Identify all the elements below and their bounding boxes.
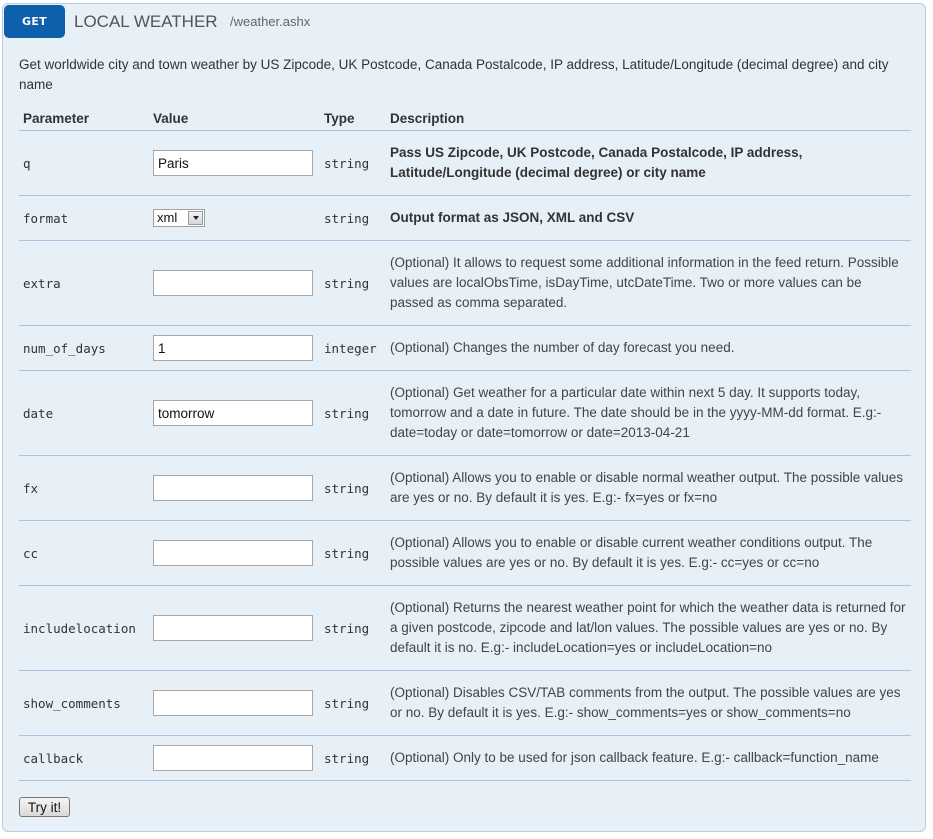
includelocation-input[interactable]: [153, 615, 313, 641]
table-row: date string (Optional) Get weather for a…: [19, 370, 911, 456]
cc-input[interactable]: [153, 540, 313, 566]
param-type: string: [320, 670, 386, 736]
param-description: (Optional) Allows you to enable or disab…: [386, 455, 911, 521]
chevron-down-icon[interactable]: [188, 210, 203, 225]
q-input[interactable]: [153, 150, 313, 176]
table-row: show_comments string (Optional) Disables…: [19, 670, 911, 736]
param-description: Output format as JSON, XML and CSV: [386, 195, 911, 241]
endpoint-path: /weather.ashx: [230, 14, 311, 29]
callback-input[interactable]: [153, 745, 313, 771]
show-comments-input[interactable]: [153, 690, 313, 716]
param-type: string: [320, 195, 386, 241]
param-type: string: [320, 455, 386, 521]
param-name: show_comments: [19, 670, 149, 736]
table-row: includelocation string (Optional) Return…: [19, 585, 911, 671]
param-description: Pass US Zipcode, UK Postcode, Canada Pos…: [386, 130, 911, 196]
table-header-row: Parameter Value Type Description: [19, 108, 911, 131]
param-type: string: [320, 370, 386, 456]
param-type: string: [320, 520, 386, 586]
num-of-days-input[interactable]: [153, 335, 313, 361]
param-description: (Optional) Returns the nearest weather p…: [386, 585, 911, 671]
column-header-description: Description: [386, 108, 911, 131]
fx-input[interactable]: [153, 475, 313, 501]
column-header-value: Value: [149, 108, 320, 131]
param-type: string: [320, 735, 386, 781]
param-name: callback: [19, 735, 149, 781]
date-input[interactable]: [153, 400, 313, 426]
column-header-parameter: Parameter: [19, 108, 149, 131]
param-name: format: [19, 195, 149, 241]
param-type: integer: [320, 325, 386, 371]
param-description: (Optional) Changes the number of day for…: [386, 325, 911, 371]
endpoint-header: GET LOCAL WEATHER /weather.ashx: [3, 4, 925, 40]
table-row: format xml string Output format as JSON,…: [19, 195, 911, 241]
endpoint-summary: Get worldwide city and town weather by U…: [19, 57, 889, 92]
format-select-value: xml: [157, 210, 178, 226]
table-row: q string Pass US Zipcode, UK Postcode, C…: [19, 130, 911, 196]
param-name: extra: [19, 240, 149, 326]
param-name: fx: [19, 455, 149, 521]
table-row: num_of_days integer (Optional) Changes t…: [19, 325, 911, 371]
param-name: includelocation: [19, 585, 149, 671]
try-it-button[interactable]: Try it!: [19, 797, 70, 817]
table-row: extra string (Optional) It allows to req…: [19, 240, 911, 326]
param-type: string: [320, 130, 386, 196]
param-name: date: [19, 370, 149, 456]
endpoint-panel: GET LOCAL WEATHER /weather.ashx Get worl…: [2, 3, 926, 832]
column-header-type: Type: [320, 108, 386, 131]
param-description: (Optional) Allows you to enable or disab…: [386, 520, 911, 586]
param-description: (Optional) It allows to request some add…: [386, 240, 911, 326]
http-method-badge: GET: [4, 5, 65, 38]
param-name: num_of_days: [19, 325, 149, 371]
endpoint-title: LOCAL WEATHER: [74, 12, 218, 31]
table-row: callback string (Optional) Only to be us…: [19, 735, 911, 781]
parameters-table: Parameter Value Type Description q strin…: [19, 108, 911, 781]
param-name: cc: [19, 520, 149, 586]
format-select[interactable]: xml: [153, 208, 205, 227]
param-type: string: [320, 585, 386, 671]
param-type: string: [320, 240, 386, 326]
param-name: q: [19, 130, 149, 196]
extra-input[interactable]: [153, 270, 313, 296]
table-row: cc string (Optional) Allows you to enabl…: [19, 520, 911, 586]
param-description: (Optional) Get weather for a particular …: [386, 370, 911, 456]
param-description: (Optional) Disables CSV/TAB comments fro…: [386, 670, 911, 736]
table-row: fx string (Optional) Allows you to enabl…: [19, 455, 911, 521]
param-description: (Optional) Only to be used for json call…: [386, 735, 911, 781]
